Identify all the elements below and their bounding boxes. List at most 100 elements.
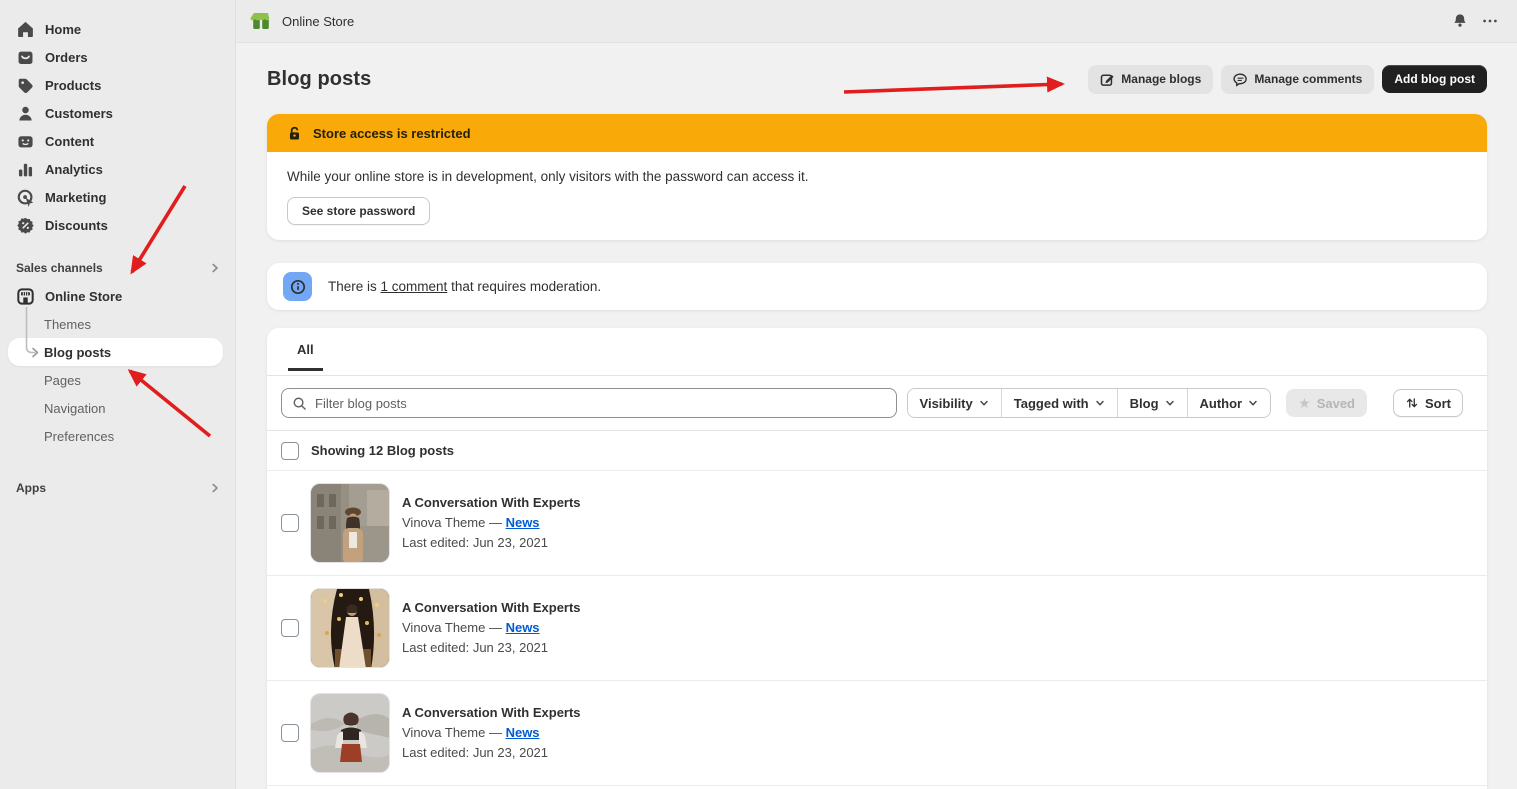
saved-button[interactable]: ★ Saved	[1286, 389, 1367, 417]
sort-label: Sort	[1425, 396, 1451, 411]
blog-post-last-edited: Last edited: Jun 23, 2021	[402, 533, 581, 553]
sidebar-section-apps[interactable]: Apps	[0, 474, 235, 502]
manage-comments-label: Manage comments	[1254, 72, 1362, 86]
sidebar-item-label: Discounts	[45, 218, 108, 233]
sidebar-item-products[interactable]: Products	[0, 71, 235, 99]
sidebar: Home Orders Products Customers Content A…	[0, 0, 236, 789]
sidebar-item-analytics[interactable]: Analytics	[0, 155, 235, 183]
sidebar-item-themes[interactable]: Themes	[0, 310, 235, 338]
sidebar-item-pages[interactable]: Pages	[0, 366, 235, 394]
blog-news-link[interactable]: News	[506, 515, 540, 530]
chevron-right-icon	[209, 262, 221, 274]
blog-filter-button[interactable]: Blog	[1117, 389, 1187, 417]
saved-label: Saved	[1317, 396, 1355, 411]
sidebar-item-online-store[interactable]: Online Store	[0, 282, 235, 310]
topbar-app-title: Online Store	[282, 14, 354, 29]
comment-moderation-link[interactable]: 1 comment	[381, 279, 448, 294]
chevron-down-icon	[1095, 398, 1105, 408]
notifications-button[interactable]	[1445, 6, 1475, 36]
blog-post-theme: Vinova Theme —	[402, 515, 506, 530]
navigation-label: Navigation	[44, 401, 105, 416]
page-header: Blog posts Manage blogs Manage comments …	[267, 65, 1487, 93]
row-checkbox[interactable]	[281, 619, 299, 637]
discounts-icon	[16, 216, 35, 235]
blog-post-row[interactable]: A Conversation With Experts Vinova Theme…	[267, 681, 1487, 786]
blog-post-theme: Vinova Theme —	[402, 620, 506, 635]
sidebar-item-label: Home	[45, 22, 81, 37]
tagged-with-filter-button[interactable]: Tagged with	[1001, 389, 1117, 417]
comment-icon	[1233, 72, 1248, 87]
sidebar-item-content[interactable]: Content	[0, 127, 235, 155]
store-access-banner-text: While your online store is in developmen…	[287, 169, 1467, 184]
storefront-outline-icon	[16, 287, 35, 306]
showing-count-label: Showing 12 Blog posts	[311, 443, 454, 458]
sort-arrows-icon	[1405, 396, 1419, 410]
sidebar-item-preferences[interactable]: Preferences	[0, 422, 235, 450]
add-blog-post-button[interactable]: Add blog post	[1382, 65, 1487, 93]
online-store-label: Online Store	[45, 289, 122, 304]
blog-post-info: A Conversation With Experts Vinova Theme…	[402, 703, 581, 763]
bell-icon	[1451, 12, 1469, 30]
sidebar-item-label: Marketing	[45, 190, 106, 205]
analytics-icon	[16, 160, 35, 179]
marketing-icon	[16, 188, 35, 207]
more-options-button[interactable]	[1475, 6, 1505, 36]
blog-post-row[interactable]: A Conversation With Experts Vinova Theme…	[267, 576, 1487, 681]
sidebar-item-label: Analytics	[45, 162, 103, 177]
blog-post-last-edited: Last edited: Jun 23, 2021	[402, 638, 581, 658]
horizontal-dots-icon	[1481, 12, 1499, 30]
sidebar-item-orders[interactable]: Orders	[0, 43, 235, 71]
sidebar-item-customers[interactable]: Customers	[0, 99, 235, 127]
manage-comments-button[interactable]: Manage comments	[1221, 65, 1374, 93]
visibility-filter-button[interactable]: Visibility	[908, 389, 1001, 417]
moderation-text-after: that requires moderation.	[447, 279, 601, 294]
filter-search-box[interactable]	[281, 388, 897, 418]
sort-button[interactable]: Sort	[1393, 389, 1463, 417]
blog-news-link[interactable]: News	[506, 725, 540, 740]
blog-post-info: A Conversation With Experts Vinova Theme…	[402, 598, 581, 658]
info-icon	[289, 278, 307, 296]
filter-blog-posts-input[interactable]	[315, 396, 886, 411]
tagged-with-filter-label: Tagged with	[1014, 396, 1089, 411]
chevron-down-icon	[1165, 398, 1175, 408]
sidebar-item-discounts[interactable]: Discounts	[0, 211, 235, 239]
chevron-right-icon	[209, 482, 221, 494]
row-checkbox[interactable]	[281, 514, 299, 532]
pages-label: Pages	[44, 373, 81, 388]
page-title: Blog posts	[267, 68, 371, 91]
list-header-row: Showing 12 Blog posts	[267, 431, 1487, 471]
tab-all[interactable]: All	[288, 342, 323, 371]
see-store-password-button[interactable]: See store password	[287, 197, 430, 225]
filter-row: Visibility Tagged with Blog Author ★	[267, 376, 1487, 431]
sidebar-item-label: Products	[45, 78, 101, 93]
blog-post-meta: Vinova Theme — News	[402, 618, 581, 638]
content-icon	[16, 132, 35, 151]
blog-posts-label: Blog posts	[44, 345, 111, 360]
blog-post-row[interactable]: A Conversation With Experts Vinova Theme…	[267, 471, 1487, 576]
blog-post-thumbnail	[310, 588, 390, 668]
sidebar-item-navigation[interactable]: Navigation	[0, 394, 235, 422]
themes-label: Themes	[44, 317, 91, 332]
blog-post-title: A Conversation With Experts	[402, 598, 581, 618]
moderation-text-before: There is	[328, 279, 381, 294]
lock-icon	[286, 125, 303, 142]
store-access-banner-body: While your online store is in developmen…	[267, 152, 1487, 240]
orders-icon	[16, 48, 35, 67]
filter-group: Visibility Tagged with Blog Author	[907, 388, 1272, 418]
sidebar-item-home[interactable]: Home	[0, 15, 235, 43]
manage-blogs-button[interactable]: Manage blogs	[1088, 65, 1213, 93]
sidebar-item-blog-posts[interactable]: Blog posts	[8, 338, 223, 366]
author-filter-button[interactable]: Author	[1187, 389, 1271, 417]
sidebar-section-sales-channels[interactable]: Sales channels	[0, 254, 235, 282]
blog-post-title: A Conversation With Experts	[402, 493, 581, 513]
row-checkbox[interactable]	[281, 724, 299, 742]
sidebar-item-marketing[interactable]: Marketing	[0, 183, 235, 211]
blog-news-link[interactable]: News	[506, 620, 540, 635]
tabs-row: All	[267, 328, 1487, 376]
blog-post-info: A Conversation With Experts Vinova Theme…	[402, 493, 581, 553]
select-all-checkbox[interactable]	[281, 442, 299, 460]
chevron-down-icon	[979, 398, 989, 408]
topbar: Online Store	[236, 0, 1517, 43]
blog-post-theme: Vinova Theme —	[402, 725, 506, 740]
author-filter-label: Author	[1200, 396, 1243, 411]
